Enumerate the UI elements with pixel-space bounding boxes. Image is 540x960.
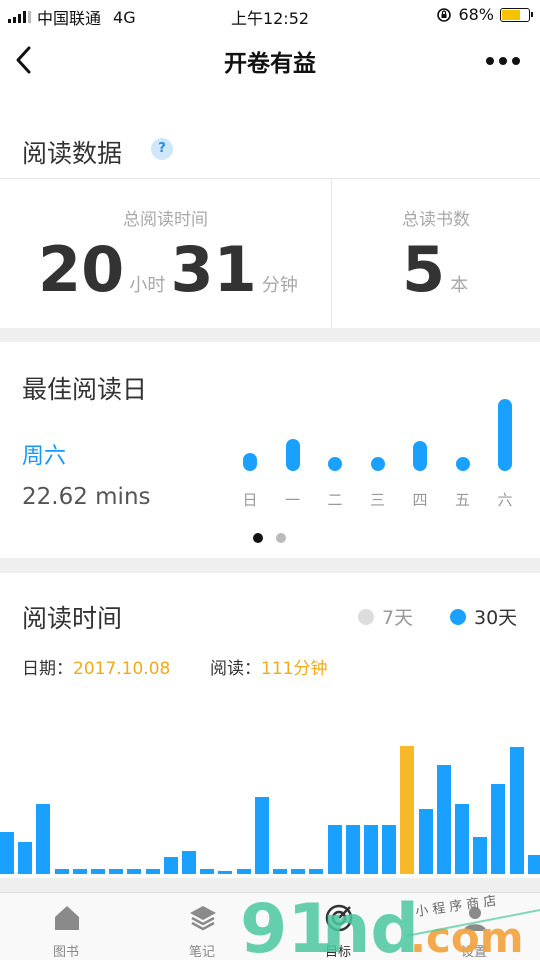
reading-data-section: 阅读数据 ? 总阅读时间 20 小时 31 分钟 总读书数 5 本 [0,92,540,328]
battery-percent: 68% [458,5,494,24]
option-30-days-dot [450,608,466,625]
weekday-label: 四 [412,491,428,509]
reading-time-section: 阅读时间 7天 30天 日期：2017.10.08 阅读：111分钟 [0,573,540,723]
weekday-label: 六 [497,491,513,509]
day-bar[interactable] [436,765,451,874]
option-30-days[interactable]: 30天 [450,603,517,630]
more-options-icon[interactable] [486,54,522,68]
minutes-unit: 分钟 [261,275,298,296]
day-bar[interactable] [36,803,51,874]
best-day-section: 最佳阅读日 周六 22.62 mins 日 一 二 三 四 五 六 [0,342,540,558]
weekday-label: 二 [327,491,343,509]
reading-data-title: 阅读数据 [22,139,123,168]
weekday-bar [243,453,257,471]
read-value: 111分钟 [261,659,328,679]
tab-notes[interactable]: 笔记 [162,893,242,960]
day-bar[interactable] [527,854,540,874]
best-day-value: 周六 [22,444,67,469]
day-bar[interactable] [291,868,306,874]
day-bar[interactable] [254,797,269,874]
weekday-bar [285,438,300,471]
daily-reading-chart[interactable] [0,720,540,878]
house-icon [55,906,79,930]
day-bar[interactable] [0,831,14,874]
day-bar[interactable] [200,868,215,874]
tab-settings[interactable]: 设置 [434,893,514,960]
tab-goals-label: 目标 [324,945,351,960]
read-info: 阅读：111分钟 [210,654,327,679]
date-info: 日期：2017.10.08 [22,654,170,679]
weekday-bar [498,399,512,471]
weekday-label: 五 [454,491,470,509]
total-time-label: 总阅读时间 [123,210,208,230]
target-icon [325,904,353,932]
tab-books-label: 图书 [52,945,79,960]
total-books-label: 总读书数 [402,210,470,230]
status-bar: 中国联通 4G 上午12:52 68% [0,0,540,30]
day-bar[interactable] [345,825,360,874]
day-bar[interactable] [163,857,178,874]
weekday-bar [370,457,385,471]
tab-bar: 图书 笔记 目标 设置 [0,892,540,960]
hours-value: 20 [38,233,125,306]
tab-settings-label: 设置 [460,945,487,960]
day-bar[interactable] [145,868,160,874]
day-bar[interactable] [382,825,397,874]
day-bar[interactable] [127,868,142,874]
weekday-bar [328,457,342,471]
minutes-value: 31 [170,233,257,306]
layers-icon [190,906,216,931]
date-label: 日期： [22,659,73,679]
settings-icon [464,907,486,931]
tab-books[interactable]: 图书 [26,893,106,960]
total-books-box: 总读书数 5 本 [332,179,540,328]
day-bar[interactable] [18,842,33,874]
day-bar[interactable] [182,850,196,874]
day-bar[interactable] [491,784,506,874]
day-bar[interactable] [72,868,87,874]
day-bar[interactable] [54,868,69,874]
screen: 中国联通 4G 上午12:52 68% 开卷有益 阅读数据 ? 总阅读时间 20… [0,0,540,960]
day-bar[interactable] [218,871,233,874]
day-bar[interactable] [327,825,342,874]
orientation-lock-icon [437,7,452,22]
day-bar[interactable] [109,868,124,874]
day-bar[interactable] [91,868,105,874]
reading-time-title: 阅读时间 [22,604,123,633]
help-icon[interactable]: ? [151,138,173,160]
day-bar[interactable] [273,868,287,874]
books-value: 5 [402,233,446,306]
read-label: 阅读： [210,659,261,679]
pager-dot[interactable] [276,533,286,543]
option-7-days-dot [358,608,374,625]
day-bar[interactable] [473,836,488,874]
battery-icon [500,7,533,22]
option-7-days-label: 7天 [382,607,414,629]
day-bar[interactable] [400,746,415,874]
total-time-box: 总阅读时间 20 小时 31 分钟 [0,179,331,328]
weekday-bar [413,440,427,471]
weekday-label: 三 [369,491,385,509]
tab-goals[interactable]: 目标 [298,893,378,960]
day-bar[interactable] [364,825,378,874]
date-value: 2017.10.08 [73,659,171,679]
nav-bar: 开卷有益 [0,30,540,92]
page-title: 开卷有益 [224,51,316,77]
tab-notes-label: 笔记 [188,945,215,960]
day-bar[interactable] [418,808,433,874]
option-7-days[interactable]: 7天 [358,603,413,630]
hours-unit: 小时 [129,275,166,296]
weekday-label: 一 [284,491,300,509]
day-bar[interactable] [509,747,524,874]
best-day-minutes: 22.62 mins [22,484,151,510]
best-day-title: 最佳阅读日 [22,375,148,404]
day-bar[interactable] [455,803,469,874]
day-bar[interactable] [309,868,324,874]
day-bar[interactable] [236,868,251,874]
option-30-days-label: 30天 [474,607,518,629]
books-unit: 本 [450,275,469,296]
weekday-label: 日 [242,491,258,509]
pager-dot[interactable] [253,533,263,543]
weekday-bar [455,457,470,471]
